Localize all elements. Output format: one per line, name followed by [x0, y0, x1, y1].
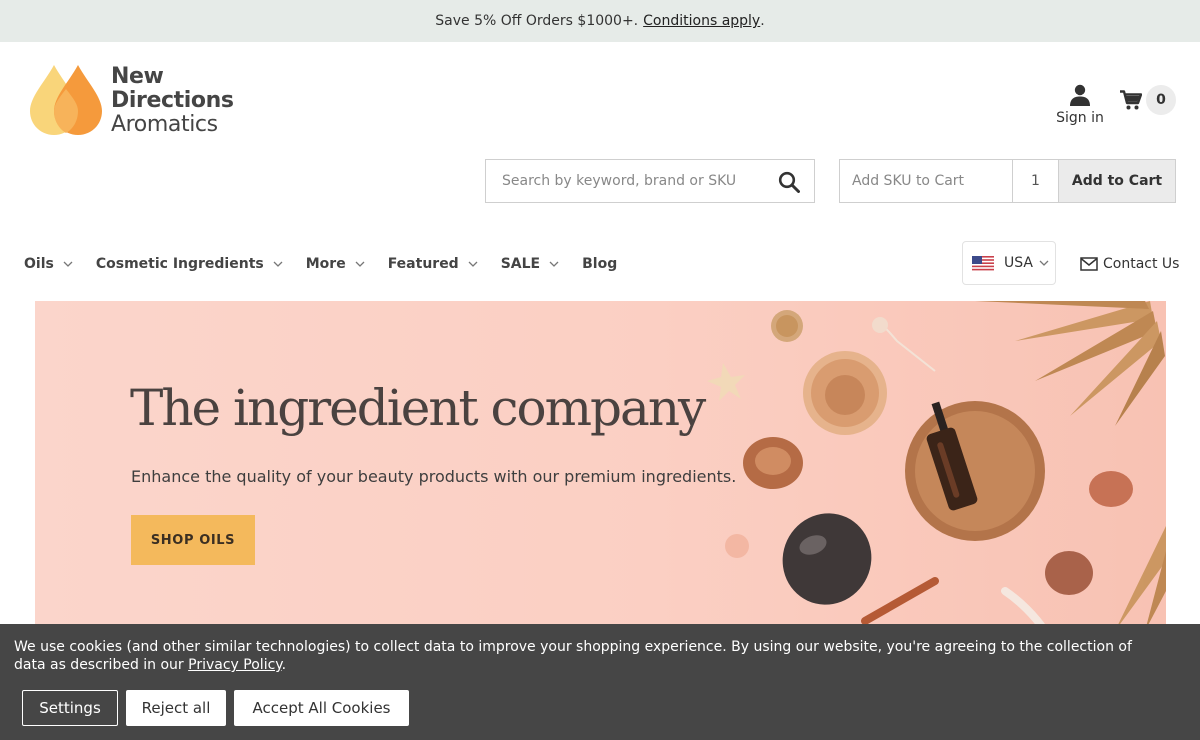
drops-logo-icon: [30, 65, 102, 135]
chevron-down-icon: [1039, 260, 1049, 266]
sku-quick-add: 1 Add to Cart: [839, 159, 1176, 203]
reject-all-button[interactable]: Reject all: [126, 690, 226, 726]
sku-input[interactable]: [840, 160, 1013, 202]
promo-text: Save 5% Off Orders $1000+.: [435, 13, 639, 29]
user-icon: [1070, 84, 1090, 106]
hero-subtitle: Enhance the quality of your beauty produ…: [131, 467, 737, 486]
cookie-message: We use cookies (and other similar techno…: [14, 638, 1164, 674]
nav-item-sale[interactable]: SALE: [501, 256, 559, 272]
search-box: [485, 159, 815, 203]
main-nav: Oils Cosmetic Ingredients More Featured …: [24, 250, 640, 278]
cookie-message-text: We use cookies (and other similar techno…: [14, 639, 1132, 673]
logo-line-3: Aromatics: [111, 111, 218, 137]
chevron-down-icon: [468, 261, 478, 267]
chevron-down-icon: [355, 261, 365, 267]
promo-suffix: .: [760, 13, 765, 29]
us-flag-icon: [972, 255, 994, 271]
cart-icon: [1120, 90, 1142, 110]
logo-line-1: New: [111, 63, 164, 89]
nav-item-label: Oils: [24, 256, 54, 272]
contact-us-label: Contact Us: [1103, 256, 1180, 272]
hero-banner: The ingredient company Enhance the quali…: [35, 301, 1166, 631]
search-input[interactable]: [486, 173, 756, 189]
nav-item-more[interactable]: More: [306, 256, 365, 272]
nav-item-cosmetic-ingredients[interactable]: Cosmetic Ingredients: [96, 256, 283, 272]
cart-button[interactable]: 0: [1120, 84, 1176, 116]
privacy-policy-link[interactable]: Privacy Policy: [188, 657, 281, 673]
cookie-message-suffix: .: [281, 657, 287, 673]
nav-item-featured[interactable]: Featured: [388, 256, 478, 272]
cart-count-badge: 0: [1146, 85, 1176, 115]
shop-oils-button[interactable]: SHOP OILS: [131, 515, 255, 565]
envelope-icon: [1080, 257, 1098, 271]
nav-item-label: Blog: [582, 256, 618, 272]
hero-title: The ingredient company: [130, 379, 706, 437]
contact-us-link[interactable]: Contact Us: [1080, 252, 1179, 276]
sku-quantity-field[interactable]: 1: [1013, 160, 1059, 202]
country-label: USA: [1004, 255, 1033, 271]
nav-item-label: Cosmetic Ingredients: [95, 256, 264, 272]
cookie-banner: We use cookies (and other similar techno…: [0, 624, 1200, 740]
accept-all-cookies-button[interactable]: Accept All Cookies: [234, 690, 409, 726]
chevron-down-icon: [63, 261, 73, 267]
nav-item-label: Featured: [387, 256, 459, 272]
logo[interactable]: New Directions Aromatics: [28, 62, 248, 138]
chevron-down-icon: [549, 261, 559, 267]
hero-product-image: [707, 301, 1166, 631]
nav-item-oils[interactable]: Oils: [24, 256, 73, 272]
logo-wordmark: New Directions Aromatics: [111, 63, 234, 137]
add-to-cart-button[interactable]: Add to Cart: [1059, 160, 1175, 202]
nav-item-label: More: [305, 256, 346, 272]
chevron-down-icon: [273, 261, 283, 267]
conditions-link[interactable]: Conditions apply: [643, 13, 760, 29]
sign-in-link[interactable]: Sign in: [1054, 84, 1106, 126]
promo-bar: Save 5% Off Orders $1000+. Conditions ap…: [0, 0, 1200, 42]
country-selector[interactable]: USA: [962, 241, 1056, 285]
nav-item-label: SALE: [500, 256, 541, 272]
palm-leaf-illustration: [1115, 526, 1166, 631]
sign-in-label: Sign in: [1056, 110, 1104, 126]
search-icon[interactable]: [778, 171, 800, 193]
logo-line-2: Directions: [111, 87, 234, 113]
nav-item-blog[interactable]: Blog: [582, 256, 617, 272]
cookie-settings-button[interactable]: Settings: [22, 690, 118, 726]
